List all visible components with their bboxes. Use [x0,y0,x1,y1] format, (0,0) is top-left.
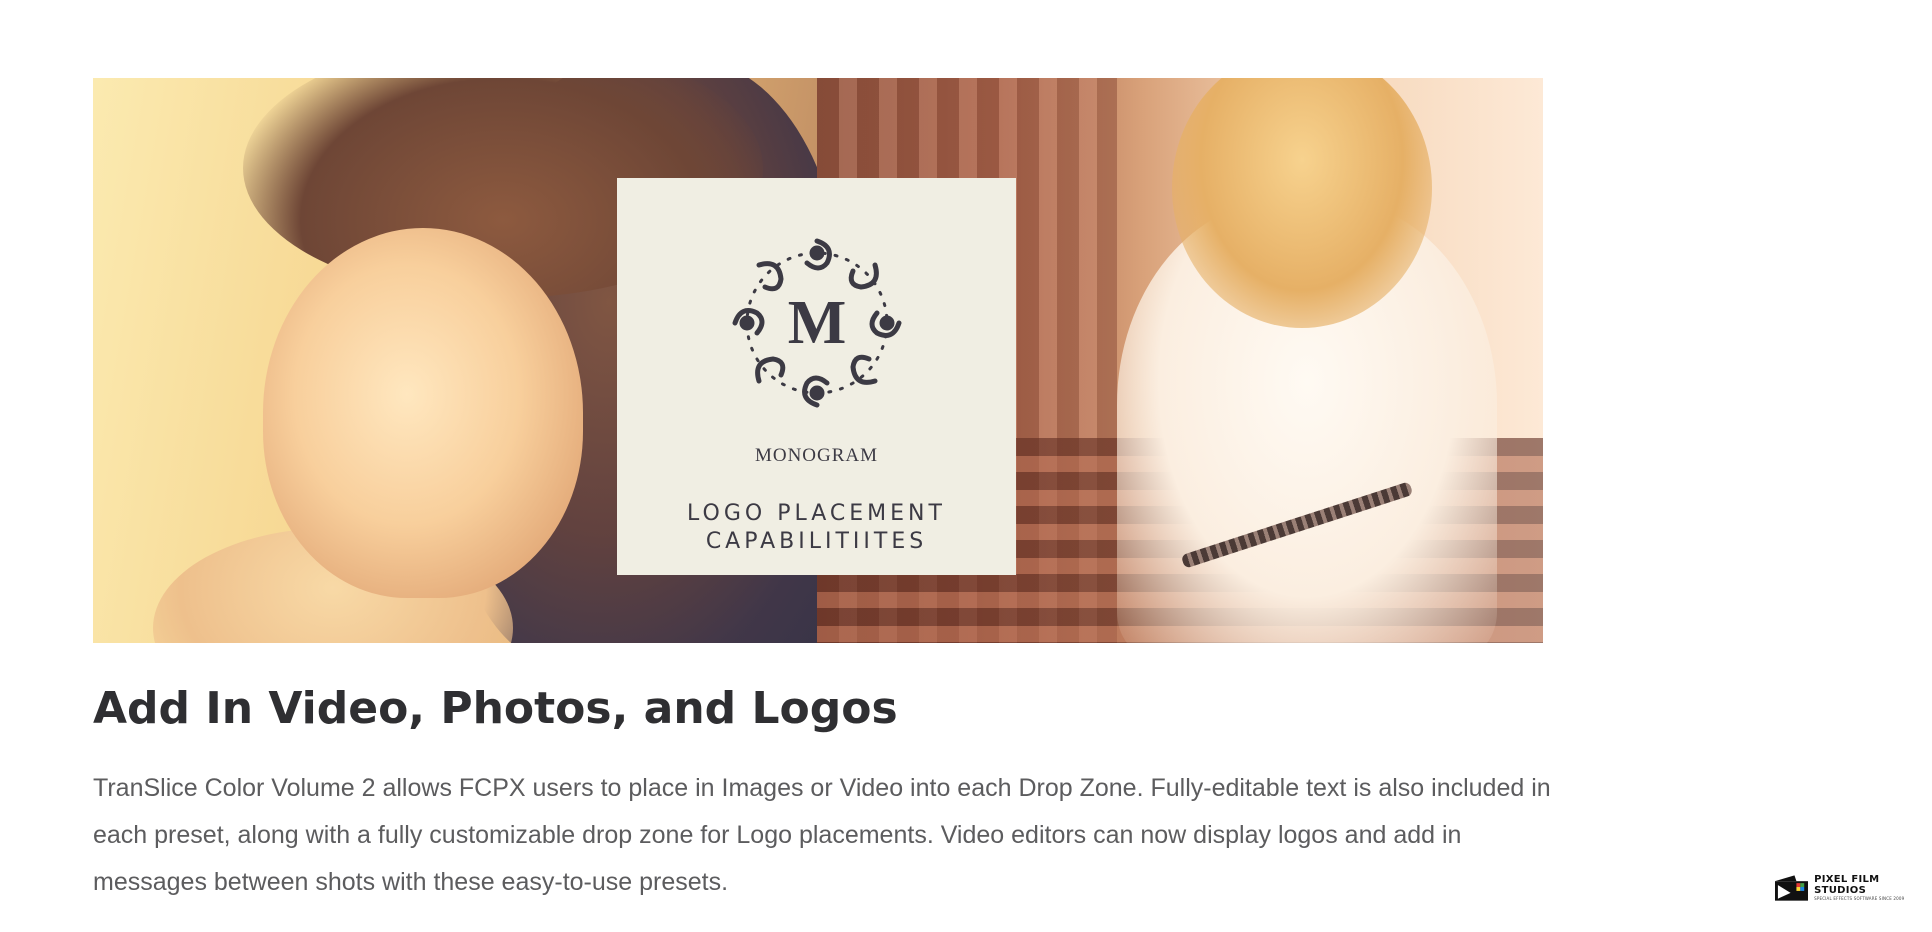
section-description: TranSlice Color Volume 2 allows FCPX use… [93,774,1551,896]
monogram-name: MONOGRAM [754,445,879,466]
section-heading: Add In Video, Photos, and Logos [93,683,898,734]
logo-placement-card: M MONOGRAM LOGO PLACEMENT CAPABILITIITES [617,178,1016,575]
pixel-film-studios-badge[interactable]: PIXEL FILM STUDIOS SPECIAL EFFECTS SOFTW… [1775,874,1932,901]
badge-tagline: SPECIAL EFFECTS SOFTWARE SINCE 2009 [1814,896,1905,901]
monogram-emblem-icon: M [732,238,902,408]
card-caption: LOGO PLACEMENT CAPABILITIITES [617,500,1016,556]
card-caption-line1: LOGO PLACEMENT [687,501,946,526]
hero-image: M MONOGRAM LOGO PLACEMENT CAPABILITIITES [93,78,1543,643]
card-caption-line2: CAPABILITIITES [705,529,928,554]
badge-name: PIXEL FILM STUDIOS [1814,874,1880,896]
monogram-letter: M [788,289,847,357]
film-clapper-icon [1775,874,1809,901]
